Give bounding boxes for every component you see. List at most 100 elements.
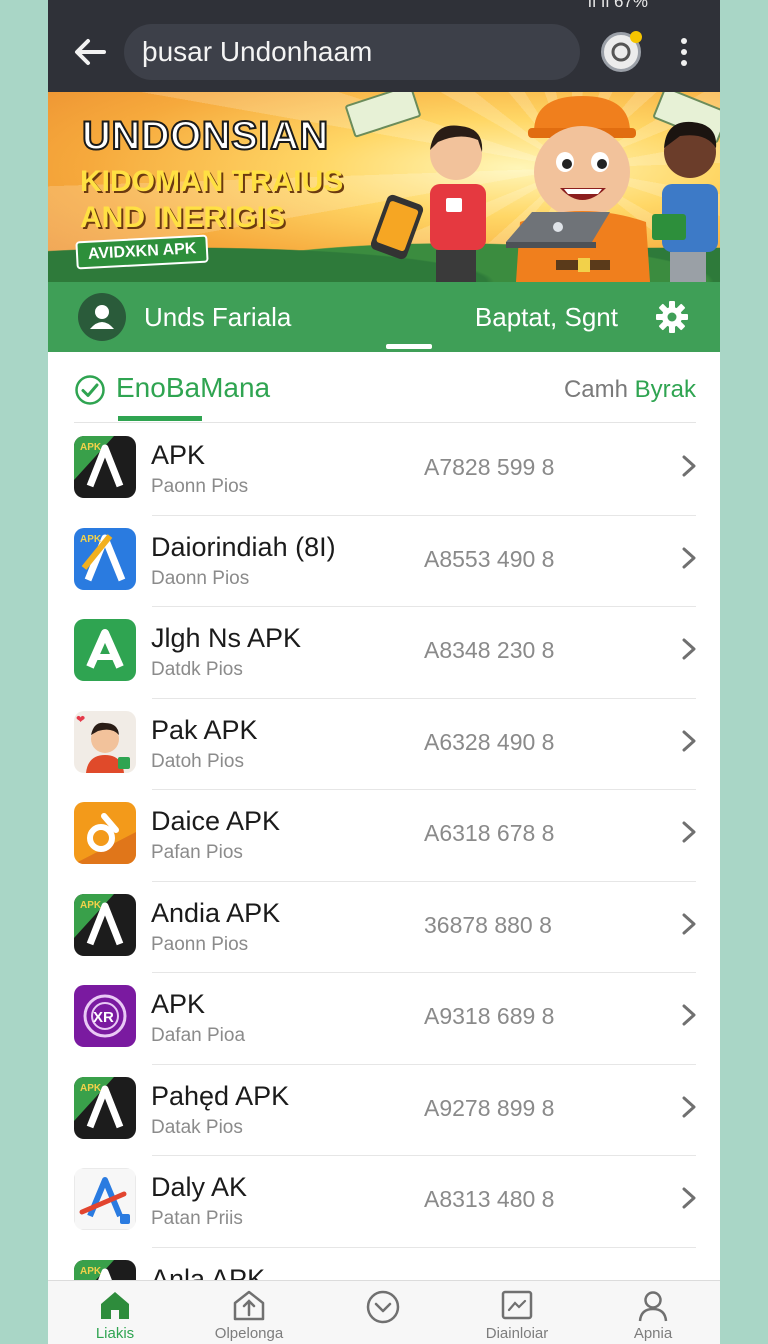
svg-text:APK: APK: [80, 442, 102, 453]
check-circle-icon: [75, 375, 105, 405]
chevron-right-icon: [682, 821, 696, 843]
list-item[interactable]: APK Andia APK Paonn Pios 36878 880 8: [48, 882, 720, 974]
list-item[interactable]: APK Daiorindiah (8I) Daonn Pios A8553 490 8: [48, 516, 720, 608]
nav-item-gallery[interactable]: Diainloiar: [450, 1281, 584, 1344]
list-item[interactable]: APK APK Paonn Pios A7828 599 8: [48, 424, 720, 516]
account-bar: Unds Fariala Baptat, Sgnt: [48, 282, 720, 352]
apk-blue-a-icon: APK: [74, 527, 136, 590]
nav-label: Diainloiar: [485, 1325, 549, 1342]
bottom-navigation: Liakis Olpelonga Diainloiar Apnia: [48, 1280, 720, 1344]
list-item[interactable]: Daly AK Patan Priis A8313 480 8: [48, 1156, 720, 1248]
app-subtitle: Pafan Pios: [151, 842, 243, 863]
svg-text:❤: ❤: [76, 714, 85, 726]
upload-icon: [233, 1290, 265, 1321]
list-item[interactable]: Jlgh Ns APK Datdk Pios A8348 230 8: [48, 607, 720, 699]
app-subtitle: Datak Pios: [151, 1116, 243, 1138]
nav-item-download[interactable]: [316, 1281, 450, 1344]
apk-dark-a-icon: APK: [74, 1076, 136, 1139]
section-underline: [118, 416, 202, 421]
app-version-code: A8553 490 8: [424, 545, 555, 572]
app-name: APK: [151, 440, 206, 470]
apk-purple-icon: XR: [74, 985, 136, 1047]
voice-search-button[interactable]: [601, 31, 642, 72]
app-version-code: A8348 230 8: [424, 637, 555, 663]
tab-indicator: [386, 344, 432, 349]
nav-label: Liakis: [95, 1325, 135, 1342]
more-dot-icon: [681, 38, 687, 44]
app-subtitle: Dafan Pioa: [151, 1025, 246, 1046]
svg-text:APK: APK: [80, 1266, 102, 1277]
user-icon: [90, 305, 114, 329]
chevron-right-icon: [682, 913, 696, 934]
app-name: Pak APK: [151, 714, 258, 745]
promo-banner[interactable]: UNDONSIAN KIDOMAN TRAIUS AND INERIGIS AV…: [48, 92, 720, 282]
status-bar-text: ıl ıl 67%: [587, 0, 648, 11]
profile-icon: [638, 1291, 668, 1322]
app-version-code: A8313 480 8: [424, 1186, 555, 1212]
divider: [74, 422, 696, 423]
app-name: Daice APK: [151, 806, 281, 836]
list-item[interactable]: Daice APK Pafan Pios A6318 678 8: [48, 790, 720, 882]
chevron-right-icon: [682, 730, 696, 751]
mic-icon: [611, 42, 631, 62]
section-title[interactable]: EnoBaMana: [116, 372, 270, 404]
person-avatar-icon: ❤: [74, 710, 136, 773]
back-button[interactable]: [70, 32, 110, 72]
list-item[interactable]: XR APK Dafan Pioa A9318 689 8: [48, 973, 720, 1065]
list-item[interactable]: ❤ Pak APK Datoh Pios A6328 490 8: [48, 699, 720, 791]
app-subtitle: Daonn Pios: [151, 567, 250, 589]
app-list: APK APK Paonn Pios A7828 599 8 APK Daiorindia…: [48, 424, 720, 1339]
banner-headline: UNDONSIAN: [81, 113, 329, 159]
search-input[interactable]: þusar Undonhaam: [124, 24, 580, 80]
app-version-code: A9278 899 8: [424, 1094, 555, 1121]
home-icon: [101, 1292, 129, 1319]
more-dot-icon: [681, 60, 687, 66]
app-name: Daly AK: [151, 1172, 248, 1202]
svg-text:APK: APK: [80, 900, 102, 911]
location-label[interactable]: Baptat, Sgnt: [475, 282, 618, 352]
arrow-left-icon: [75, 39, 106, 65]
apk-white-a-icon: [74, 1168, 136, 1230]
more-options-button[interactable]: [668, 34, 700, 70]
app-name: Jlgh Ns APK: [151, 623, 302, 653]
chevron-right-icon: [682, 1096, 696, 1117]
settings-button[interactable]: [654, 299, 690, 335]
apk-dark-a-icon: APK: [74, 436, 136, 498]
banner-subheadline-line1: KIDOMAN TRAIUS: [80, 165, 344, 198]
nav-item-profile[interactable]: Apnia: [586, 1281, 720, 1344]
app-version-code: A6328 490 8: [424, 728, 555, 755]
chevron-right-icon: [682, 638, 696, 660]
app-version-code: A7828 599 8: [424, 454, 555, 480]
apk-orange-icon: [74, 802, 136, 864]
app-name: Daiorindiah (8I): [151, 531, 336, 562]
nav-item-upload[interactable]: Olpelonga: [182, 1281, 316, 1344]
chevron-right-icon: [682, 455, 696, 477]
section-filter[interactable]: Camh Byrak: [564, 376, 696, 404]
banner-subheadline: KIDOMAN TRAIUS AND INERIGIS: [80, 164, 343, 236]
banner-subheadline-line2: AND INERIGIS: [80, 201, 286, 234]
nav-label: Apnia: [633, 1325, 673, 1342]
app-subtitle: Datoh Pios: [151, 750, 244, 772]
list-item[interactable]: APK Pahęd APK Datak Pios A9278 899 8: [48, 1065, 720, 1157]
section-filter-highlight: Byrak: [634, 376, 696, 403]
app-subtitle: Paonn Pios: [151, 933, 249, 955]
chevron-right-icon: [682, 1004, 696, 1026]
avatar[interactable]: [78, 293, 126, 341]
app-subtitle: Datdk Pios: [151, 659, 243, 680]
app-subtitle: Paonn Pios: [151, 476, 249, 497]
mascot-illustration: [370, 96, 718, 282]
app-version-code: 36878 880 8: [424, 911, 552, 938]
nav-item-home[interactable]: Liakis: [48, 1281, 182, 1344]
app-name: Pahęd APK: [151, 1080, 290, 1111]
svg-text:XR: XR: [93, 1009, 114, 1026]
app-version-code: A9318 689 8: [424, 1003, 555, 1029]
more-dot-icon: [681, 49, 687, 55]
section-filter-prefix: Camh: [563, 376, 628, 403]
section-header: EnoBaMana Camh Byrak: [48, 352, 720, 424]
gallery-icon: [501, 1290, 533, 1320]
chevron-right-icon: [682, 547, 696, 568]
app-name: APK: [151, 989, 206, 1019]
nav-label: Olpelonga: [214, 1325, 284, 1342]
app-subtitle: Patan Priis: [151, 1208, 243, 1229]
gear-icon: [656, 301, 688, 333]
